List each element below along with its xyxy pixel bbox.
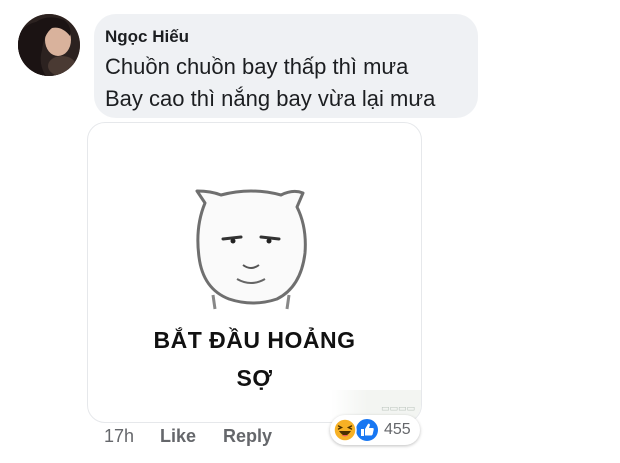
meme-caption: BẮT ĐẦU HOẢNG [153, 327, 356, 353]
reaction-count: 455 [384, 421, 411, 438]
haha-icon [333, 418, 357, 442]
cat-meme-face-icon [195, 189, 307, 310]
meme-caption: SỢ [236, 365, 273, 391]
reply-button[interactable]: Reply [223, 426, 272, 447]
like-icon [354, 417, 380, 443]
reaction-summary[interactable]: 455 [330, 415, 420, 445]
like-button[interactable]: Like [160, 426, 196, 447]
comment-text-line: Bay cao thì nắng bay vừa lại mưa [105, 86, 436, 111]
comment-timestamp[interactable]: 17h [104, 426, 134, 447]
comment-bubble: Ngọc Hiếu Chuồn chuồn bay thấp thì mưa B… [94, 14, 478, 118]
meme-image[interactable]: BẮT ĐẦU HOẢNG SỢ ▭▭▭▭ [87, 122, 422, 423]
avatar[interactable] [18, 14, 80, 76]
comment-text-line: Chuồn chuồn bay thấp thì mưa [105, 54, 409, 79]
avatar-image [18, 14, 80, 76]
comment-author[interactable]: Ngọc Hiếu [105, 27, 189, 47]
comment-container: Ngọc Hiếu Chuồn chuồn bay thấp thì mưa B… [0, 0, 620, 463]
